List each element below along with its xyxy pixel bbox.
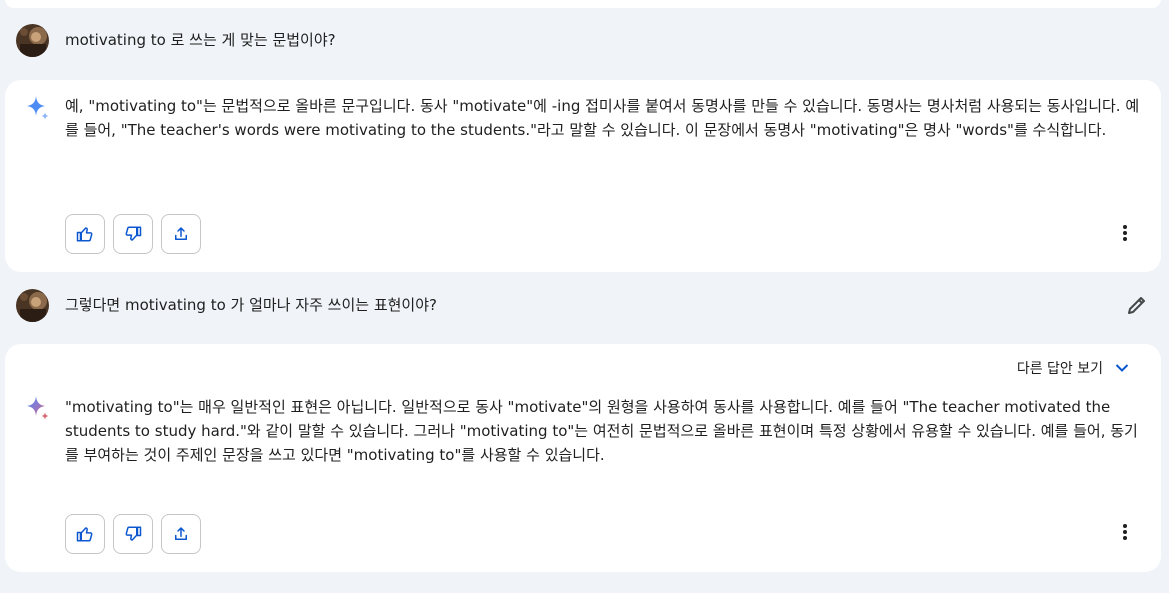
share-button[interactable] <box>161 514 201 554</box>
like-button[interactable] <box>65 214 105 254</box>
user-avatar <box>16 289 49 322</box>
more-options-button[interactable] <box>1113 520 1137 544</box>
sparkle-icon <box>23 94 51 122</box>
show-drafts-button[interactable]: 다른 답안 보기 <box>1017 358 1129 378</box>
user-query-row: 그렇다면 motivating to 가 얼마나 자주 쓰이는 표현이야? <box>0 285 1169 325</box>
edit-query-button[interactable] <box>1125 293 1149 317</box>
more-vert-icon <box>1123 225 1127 241</box>
dislike-button[interactable] <box>113 214 153 254</box>
user-query-text: motivating to 로 쓰는 게 맞는 문법이야? <box>65 31 336 49</box>
share-button[interactable] <box>161 214 201 254</box>
thumbs-down-icon <box>125 226 142 241</box>
sparkle-icon <box>23 394 51 422</box>
chevron-down-icon <box>1115 364 1129 372</box>
more-vert-icon <box>1123 524 1127 540</box>
model-response-text: "motivating to"는 매우 일반적인 표현은 아닙니다. 일반적으로… <box>65 398 1138 464</box>
user-query-text: 그렇다면 motivating to 가 얼마나 자주 쓰이는 표현이야? <box>65 296 437 314</box>
model-response-card: 다른 답안 보기 "motivating to"는 매우 일반적인 표현은 아닙… <box>5 344 1161 572</box>
thumbs-up-icon <box>76 227 93 242</box>
thumbs-down-icon <box>125 526 142 541</box>
like-button[interactable] <box>65 514 105 554</box>
share-icon <box>175 527 187 540</box>
dislike-button[interactable] <box>113 514 153 554</box>
more-options-button[interactable] <box>1113 221 1137 245</box>
share-icon <box>175 227 187 240</box>
response-actions <box>65 514 201 554</box>
user-query-row: motivating to 로 쓰는 게 맞는 문법이야? <box>0 20 1169 60</box>
pencil-icon <box>1128 297 1145 314</box>
previous-response-card <box>5 0 1161 8</box>
show-drafts-label: 다른 답안 보기 <box>1016 361 1103 377</box>
chat-page: motivating to 로 쓰는 게 맞는 문법이야? 예, "motiva… <box>0 0 1169 593</box>
user-avatar <box>16 24 49 57</box>
model-response-card: 예, "motivating to"는 문법적으로 올바른 문구입니다. 동사 … <box>5 80 1161 272</box>
thumbs-up-icon <box>76 527 93 542</box>
response-actions <box>65 214 201 254</box>
model-response-text: 예, "motivating to"는 문법적으로 올바른 문구입니다. 동사 … <box>65 97 1140 139</box>
